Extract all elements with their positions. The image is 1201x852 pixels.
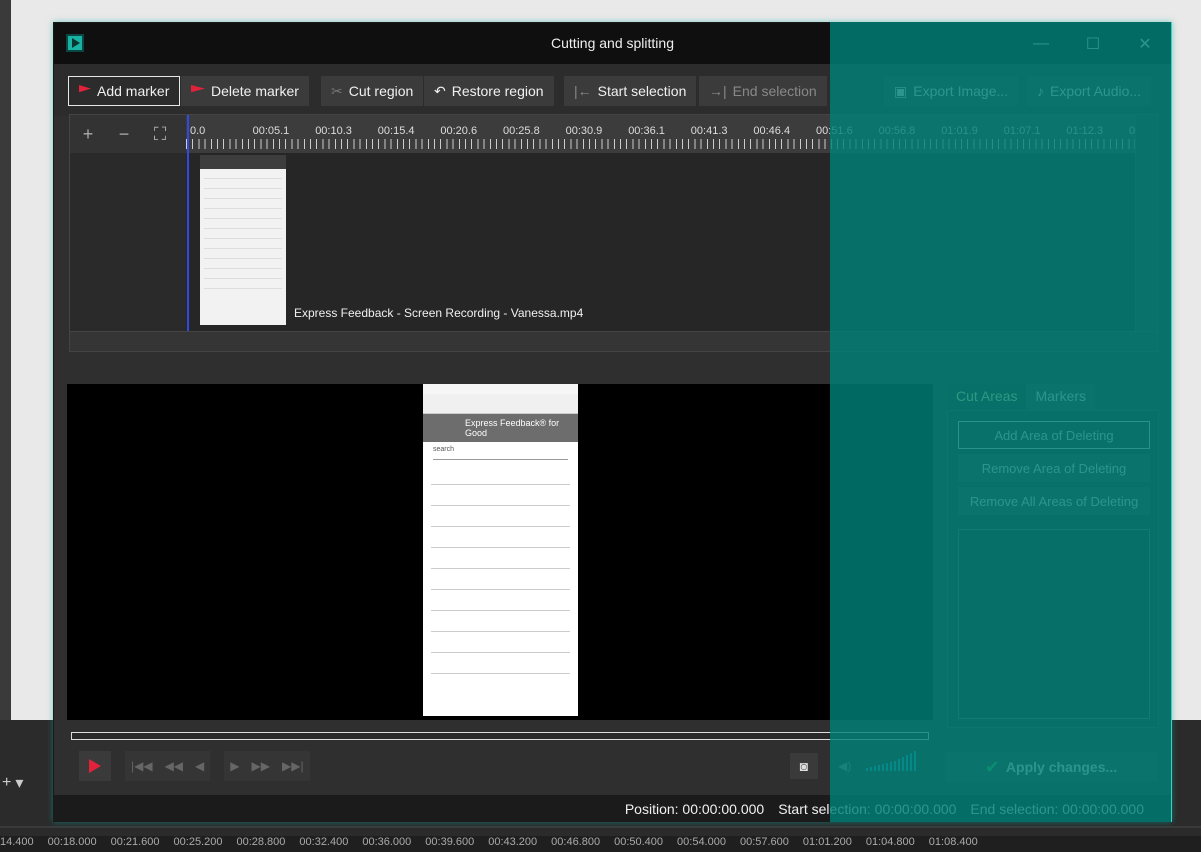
timeline-tick-label: 01:07.1 [1003, 125, 1041, 137]
toolbar: Add marker Delete marker ✂ Cut region ↶ … [54, 64, 1171, 116]
preview-search: search [433, 446, 568, 460]
timeline-tick-label: 01:01.9 [941, 125, 978, 137]
track-header [70, 153, 186, 331]
playback-controls: |◀◀ ◀◀ ◀ ▶ ▶▶ ▶▶| [79, 751, 310, 781]
tick-marks [186, 139, 1143, 149]
clip-thumbnail[interactable] [200, 155, 286, 325]
snapshot-button[interactable]: ◙ [790, 753, 818, 779]
check-icon: ✔ [984, 756, 1000, 777]
side-panel: Cut Areas Markers Add Area of Deleting R… [947, 384, 1159, 728]
flag-icon [79, 85, 91, 93]
volume-slider[interactable] [866, 751, 918, 771]
skip-end-icon[interactable]: ▶▶| [282, 759, 304, 773]
add-area-button[interactable]: Add Area of Deleting [958, 421, 1150, 449]
remove-all-areas-button[interactable]: Remove All Areas of Deleting [958, 487, 1150, 515]
export-audio-icon: ♪ [1037, 83, 1044, 99]
timeline-tick-label: 00:10.3 [315, 125, 352, 137]
restore-icon: ↶ [434, 82, 446, 99]
play-button[interactable] [79, 751, 111, 781]
end-selection-readout: End selection: 00:00:00.000 [970, 801, 1144, 817]
dialog-title: Cutting and splitting [551, 35, 674, 51]
export-audio-button[interactable]: ♪ Export Audio... [1027, 76, 1152, 106]
background-timeline-ruler: 14.400 00:18.000 00:21.600 00:25.200 00:28.8… [0, 836, 1201, 852]
timeline-tick-label: 00:15.4 [377, 125, 415, 137]
add-marker-button[interactable]: Add marker [68, 76, 181, 106]
cutting-dialog: Cutting and splitting — ☐ ✕ Add marker D… [53, 22, 1172, 822]
timeline-tick-label: 00:56.8 [878, 125, 916, 137]
camera-icon: ◙ [799, 758, 809, 774]
timeline-tick-label: 00:51.6 [816, 125, 853, 137]
minimize-button[interactable]: — [1015, 23, 1067, 64]
timeline-tick-label: 00:05.1 [252, 125, 290, 137]
rewind-icon[interactable]: ◀◀ [165, 759, 183, 773]
zoom-out-icon[interactable]: − [106, 124, 142, 145]
remove-area-button[interactable]: Remove Area of Deleting [958, 454, 1150, 482]
timeline-tick-label: 00:36.1 [628, 125, 665, 137]
start-selection-icon: |← [574, 83, 592, 99]
timeline-tick-label: 00:41.3 [690, 125, 728, 137]
playback-progress[interactable] [71, 732, 929, 740]
scissors-icon: ✂ [331, 82, 343, 99]
preview-frame: Express Feedback® for Good search [423, 384, 578, 716]
vertical-scrollbar[interactable] [1135, 115, 1157, 331]
timeline-tick-label: 00:20.6 [440, 125, 478, 137]
timeline-tick-label: 00:25.8 [503, 125, 540, 137]
background-divider [0, 826, 1201, 828]
status-bar: Position: 00:00:00.000 Start selection: … [54, 795, 1171, 821]
start-selection-button[interactable]: |← Start selection [564, 76, 697, 106]
export-image-icon: ▣ [894, 82, 908, 99]
fast-forward-icon[interactable]: ▶▶ [252, 759, 270, 773]
step-back-icon[interactable]: ◀ [195, 759, 204, 773]
preview-header: Express Feedback® for Good [423, 414, 578, 442]
step-forward-icon[interactable]: ▶ [230, 759, 239, 773]
export-image-button[interactable]: ▣ Export Image... [884, 76, 1019, 106]
cut-areas-list[interactable] [958, 529, 1150, 719]
skip-start-icon[interactable]: |◀◀ [131, 759, 153, 773]
tab-markers[interactable]: Markers [1026, 384, 1096, 410]
horizontal-scrollbar[interactable] [70, 331, 1157, 351]
timeline-tick-label: 00:30.9 [565, 125, 603, 137]
speaker-icon[interactable]: ◀) [838, 759, 851, 773]
title-bar[interactable]: Cutting and splitting — ☐ ✕ [54, 23, 1171, 64]
cut-region-button[interactable]: ✂ Cut region [321, 76, 424, 106]
cut-areas-panel: Add Area of Deleting Remove Area of Dele… [947, 410, 1159, 728]
delete-flag-icon [191, 85, 205, 93]
tab-cut-areas[interactable]: Cut Areas [947, 384, 1027, 410]
delete-marker-button[interactable]: Delete marker [181, 76, 309, 106]
playhead[interactable] [187, 115, 189, 331]
background-panel-left [0, 0, 11, 720]
start-selection-readout: Start selection: 00:00:00.000 [778, 801, 957, 817]
timeline-panel: + − ⛶ 0.0 00:05.1 00:10.3 00:15.4 00:20.6 00:… [69, 114, 1158, 352]
restore-region-button[interactable]: ↶ Restore region [424, 76, 554, 106]
close-button[interactable]: ✕ [1119, 23, 1171, 64]
add-icon[interactable]: + [2, 774, 11, 792]
clip-label: Express Feedback - Screen Recording - Va… [294, 306, 584, 320]
timeline-tick-label: 0.0 [190, 125, 206, 137]
fit-timeline-icon[interactable]: ⛶ [142, 124, 178, 145]
apply-changes-button[interactable]: ✔ Apply changes... [945, 752, 1157, 782]
end-selection-button[interactable]: →| End selection [699, 76, 827, 106]
video-preview[interactable]: Express Feedback® for Good search [67, 384, 933, 720]
position-readout: Position: 00:00:00.000 [624, 801, 765, 817]
zoom-in-icon[interactable]: + [70, 124, 106, 145]
maximize-button[interactable]: ☐ [1067, 23, 1119, 64]
timeline-tick-label: 01:12.3 [1066, 125, 1104, 137]
background-tools: + ▾ [0, 768, 60, 798]
dropdown-icon[interactable]: ▾ [15, 773, 23, 793]
timeline-ruler[interactable]: + − ⛶ 0.0 00:05.1 00:10.3 00:15.4 00:20.6 00:… [70, 115, 1157, 153]
end-selection-icon: →| [709, 83, 727, 99]
timeline-tick-label: 00:46.4 [753, 125, 791, 137]
